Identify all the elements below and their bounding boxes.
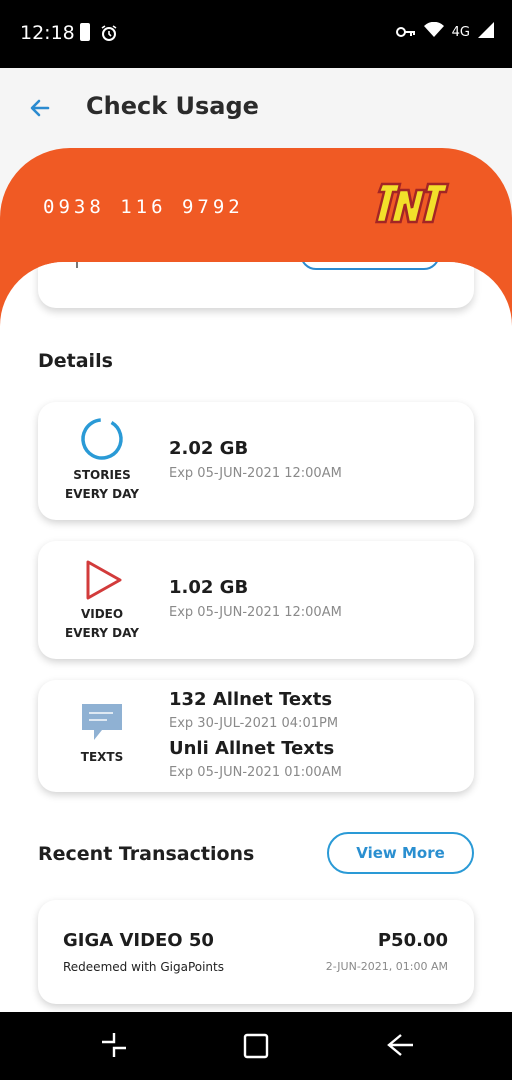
usage-label: EVERY DAY — [65, 626, 139, 640]
transaction-card[interactable]: GIGA VIDEO 50 Redeemed with GigaPoints P… — [38, 900, 474, 1004]
transaction-name: GIGA VIDEO 50 — [63, 930, 214, 951]
back-arrow-icon[interactable] — [28, 96, 52, 124]
recent-transactions-title: Recent Transactions — [38, 843, 255, 865]
balance-card-button[interactable] — [300, 262, 440, 270]
transaction-date: 2-JUN-2021, 01:00 AM — [325, 960, 448, 973]
battery-icon — [80, 23, 90, 41]
usage-card-video: VIDEO EVERY DAY 1.02 GB Exp 05-JUN-2021 … — [38, 541, 474, 659]
usage-amount: 132 Allnet Texts — [169, 689, 333, 710]
navigation-bar — [0, 1012, 512, 1080]
app-bar: Check Usage — [0, 68, 512, 150]
usage-expiry: Exp 05-JUN-2021 01:00AM — [169, 765, 342, 780]
status-bar: 12:18 4G — [0, 0, 512, 68]
stories-ring-icon — [64, 416, 140, 462]
details-title: Details — [38, 350, 113, 372]
mobile-number: 0938 116 9792 — [43, 196, 244, 218]
usage-label: EVERY DAY — [65, 487, 139, 501]
usage-amount: 1.02 GB — [169, 577, 249, 598]
tnt-logo — [370, 176, 450, 244]
usage-expiry: Exp 05-JUN-2021 12:00AM — [169, 466, 342, 481]
network-type: 4G — [451, 24, 470, 40]
vpn-key-icon — [395, 23, 416, 42]
usage-amount: 2.02 GB — [169, 438, 249, 459]
video-play-icon — [64, 559, 140, 601]
transaction-subtitle: Redeemed with GigaPoints — [63, 960, 224, 974]
usage-label: TEXTS — [80, 750, 124, 764]
back-icon[interactable] — [385, 1030, 415, 1064]
page-title: Check Usage — [86, 92, 259, 120]
usage-card-stories: STORIES EVERY DAY 2.02 GB Exp 05-JUN-202… — [38, 402, 474, 520]
home-icon[interactable] — [242, 1030, 270, 1064]
recents-icon[interactable] — [100, 1030, 128, 1064]
alarm-icon — [100, 24, 118, 46]
usage-amount: Unli Allnet Texts — [169, 738, 335, 759]
status-time: 12:18 — [20, 22, 75, 44]
usage-expiry: Exp 30-JUL-2021 04:01PM — [169, 716, 339, 731]
message-bubble-icon — [64, 702, 140, 742]
usage-label: STORIES — [73, 468, 131, 482]
usage-label: VIDEO — [80, 607, 124, 621]
view-more-button[interactable]: View More — [327, 832, 474, 874]
balance-card — [38, 262, 474, 308]
usage-expiry: Exp 05-JUN-2021 12:00AM — [169, 605, 342, 620]
wifi-icon — [423, 21, 444, 42]
transaction-amount: P50.00 — [377, 930, 448, 951]
usage-card-texts: TEXTS 132 Allnet Texts Exp 30-JUL-2021 0… — [38, 680, 474, 792]
signal-icon — [478, 22, 494, 42]
usage-sheet: Details STORIES EVERY DAY 2.02 GB Exp 05… — [0, 262, 512, 1022]
status-icons: 4G — [395, 21, 494, 42]
divider — [76, 262, 78, 268]
